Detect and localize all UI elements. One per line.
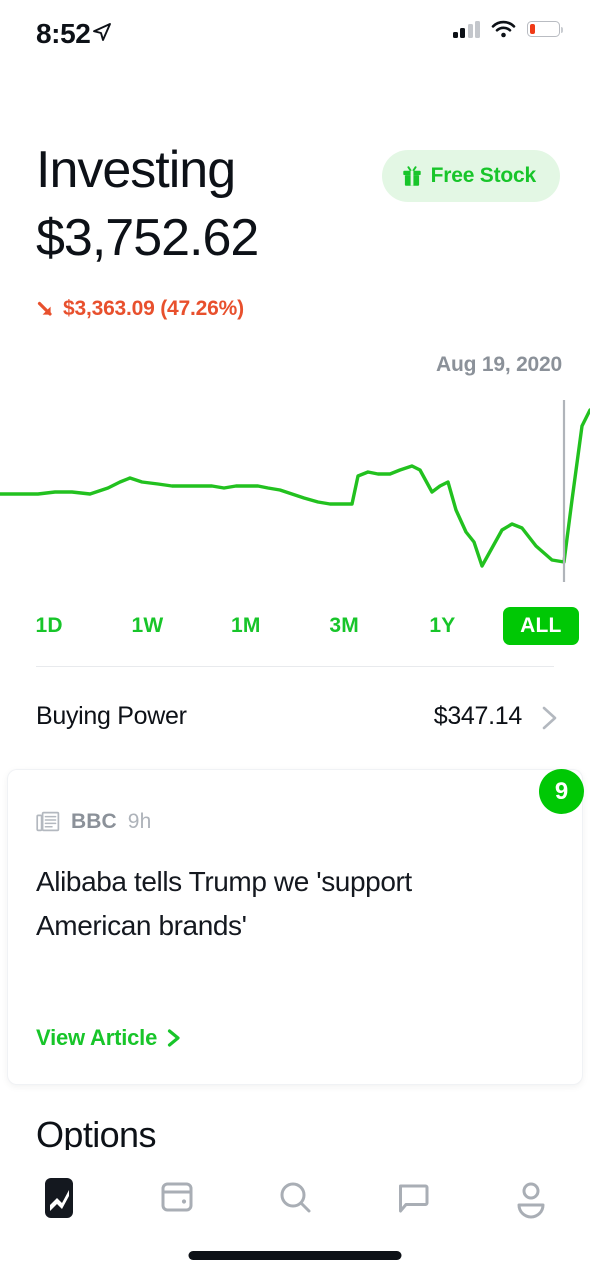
chevron-right-icon <box>168 1029 180 1047</box>
range-tab-1y[interactable]: 1Y <box>393 614 491 638</box>
portfolio-chart[interactable] <box>0 390 590 590</box>
buying-power-row[interactable]: Buying Power $347.14 <box>0 700 590 742</box>
home-indicator <box>188 1251 402 1260</box>
news-headline: Alibaba tells Trump we 'support American… <box>36 866 412 941</box>
free-stock-label: Free Stock <box>430 164 537 187</box>
gift-icon <box>402 165 421 186</box>
free-stock-button[interactable]: Free Stock <box>381 150 560 202</box>
wallet-icon <box>161 1182 193 1212</box>
status-indicators <box>452 20 563 38</box>
cellular-signal-icon <box>452 20 480 38</box>
view-article-button[interactable]: View Article <box>36 1025 182 1051</box>
range-tab-1m[interactable]: 1M <box>197 614 295 638</box>
chart-svg <box>0 400 590 582</box>
portfolio-tab[interactable] <box>0 1172 118 1224</box>
buying-power-label: Buying Power <box>36 702 187 730</box>
chart-date-label: Aug 19, 2020 <box>436 353 562 376</box>
messages-tab[interactable] <box>354 1172 472 1224</box>
time-range-tabs: 1D 1W 1M 3M 1Y ALL <box>0 604 590 648</box>
range-tab-1w[interactable]: 1W <box>98 614 196 638</box>
search-icon <box>280 1182 311 1213</box>
search-tab[interactable] <box>236 1172 354 1224</box>
location-arrow-icon <box>93 23 111 41</box>
news-source-name: BBC <box>71 810 117 833</box>
news-timestamp: 9h <box>127 810 152 833</box>
portfolio-change-text: $3,363.09 (47.26%) <box>63 297 244 320</box>
buying-power-value: $347.14 <box>433 702 523 730</box>
news-badge-count[interactable]: 9 <box>539 769 584 814</box>
portfolio-balance: $3,752.62 <box>36 209 259 267</box>
battery-low-icon <box>527 21 563 37</box>
range-tab-1d[interactable]: 1D <box>0 614 98 638</box>
wallet-tab[interactable] <box>118 1172 236 1224</box>
news-card[interactable]: BBC 9h Alibaba tells Trump we 'support A… <box>8 770 582 1084</box>
person-icon <box>517 1182 545 1219</box>
page-title: Investing <box>36 141 236 199</box>
range-tab-all[interactable]: ALL <box>492 607 590 645</box>
range-tab-3m[interactable]: 3M <box>295 614 393 638</box>
wifi-icon <box>491 20 516 38</box>
portfolio-change: $3,363.09 (47.26%) <box>36 297 244 321</box>
investing-screen: 8:52 Investing $3,752.62 $3,363.09 (47.2… <box>0 0 590 1278</box>
chevron-right-icon <box>542 706 557 730</box>
chat-bubble-icon <box>399 1184 429 1213</box>
portfolio-chart-icon <box>45 1178 73 1218</box>
account-tab[interactable] <box>472 1172 590 1224</box>
arrow-down-right-icon <box>37 301 52 316</box>
chart-line <box>0 408 590 568</box>
status-time: 8:52 <box>36 18 91 49</box>
newspaper-icon <box>36 811 60 832</box>
tab-bar <box>0 1150 590 1278</box>
status-bar: 8:52 <box>0 0 590 62</box>
news-source: BBC 9h <box>36 810 151 834</box>
view-article-label: View Article <box>36 1025 158 1050</box>
section-divider <box>36 666 554 667</box>
